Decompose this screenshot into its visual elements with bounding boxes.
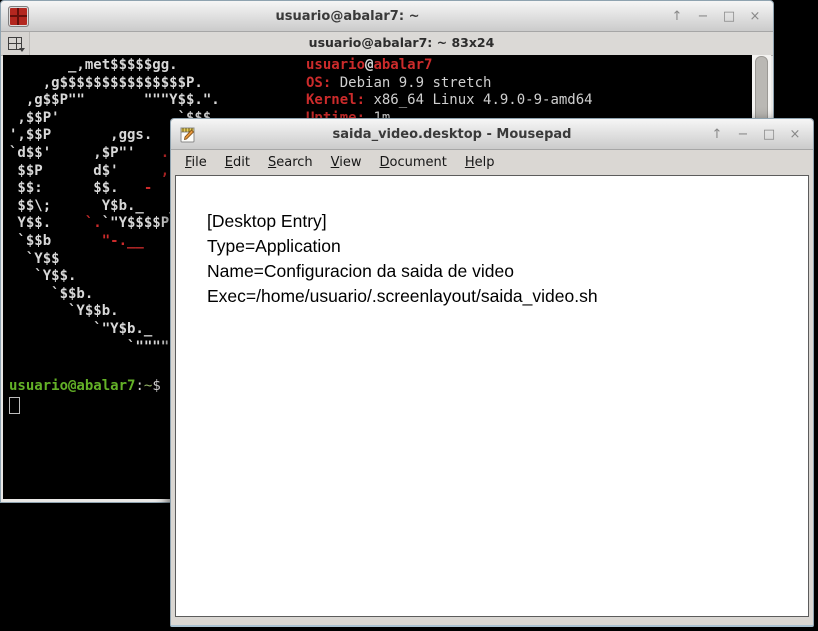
shade-button[interactable]: ↑	[670, 10, 684, 23]
terminal-app-icon[interactable]	[8, 5, 29, 27]
terminal-text-line: usuario@abalar7	[306, 57, 433, 73]
editor-line: [Desktop Entry]	[207, 211, 327, 231]
editor-line: Name=Configuracion da saida de video	[207, 261, 514, 281]
editor-line: Exec=/home/usuario/.screenlayout/saida_v…	[207, 286, 598, 306]
terminal-text-line: _,met$$$$$gg.	[9, 57, 178, 73]
mousepad-text-frame: [Desktop Entry] Type=Application Name=Conf…	[175, 175, 809, 617]
minimize-button[interactable]: −	[696, 10, 710, 23]
mousepad-titlebar[interactable]: saida_video.desktop - Mousepad ↑ − □ ×	[171, 119, 813, 150]
terminal-cursor	[9, 397, 20, 414]
system-info: usuario@abalar7 OS: Debian 9.9 stretch Ker…	[306, 57, 593, 127]
terminal-text-line: ,g$$P"" """Y$$.".	[9, 92, 220, 109]
terminal-text-line: OS: Debian 9.9 stretch	[306, 74, 492, 91]
terminal-text-line: ,g$$$$$$$$$$$$$$$P.	[9, 74, 203, 91]
mousepad-window-title: saida_video.desktop - Mousepad	[332, 126, 572, 142]
terminal-text-line: Kernel: x86_64 Linux 4.9.0-9-amd64	[306, 92, 593, 109]
minimize-button[interactable]: −	[736, 128, 750, 141]
close-button[interactable]: ×	[748, 10, 762, 23]
terminal-tabbar: usuario@abalar7: ~ 83x24	[1, 32, 773, 56]
terminal-window-title: usuario@abalar7: ~	[275, 8, 420, 24]
menu-item-view[interactable]: View	[322, 151, 371, 175]
mousepad-menubar: File Edit Search View Document Help	[171, 150, 813, 175]
mousepad-app-icon[interactable]	[178, 124, 198, 144]
mousepad-window-controls: ↑ − □ ×	[706, 126, 806, 143]
chevron-down-icon	[19, 48, 25, 52]
terminal-titlebar[interactable]: usuario@abalar7: ~ ↑ − □ ×	[1, 1, 773, 32]
editor-line: Type=Application	[207, 236, 341, 256]
editor-text-area[interactable]: [Desktop Entry] Type=Application Name=Conf…	[176, 176, 808, 616]
menu-item-help[interactable]: Help	[456, 151, 504, 175]
maximize-button[interactable]: □	[762, 128, 776, 141]
tab-list-button[interactable]	[1, 32, 30, 55]
mousepad-window: saida_video.desktop - Mousepad ↑ − □ × F…	[170, 118, 814, 627]
maximize-button[interactable]: □	[722, 10, 736, 23]
menu-item-edit[interactable]: Edit	[216, 151, 259, 175]
menu-item-search[interactable]: Search	[259, 151, 322, 175]
close-button[interactable]: ×	[788, 128, 802, 141]
terminal-text-line: usuario@abalar7:~$	[9, 378, 161, 394]
terminal-window-controls: ↑ − □ ×	[666, 8, 766, 25]
shade-button[interactable]: ↑	[710, 128, 724, 141]
menu-item-document[interactable]: Document	[371, 151, 456, 175]
menu-item-file[interactable]: File	[176, 151, 216, 175]
terminal-tab[interactable]: usuario@abalar7: ~ 83x24	[30, 32, 773, 55]
shell-prompt: usuario@abalar7:~$	[9, 378, 161, 396]
